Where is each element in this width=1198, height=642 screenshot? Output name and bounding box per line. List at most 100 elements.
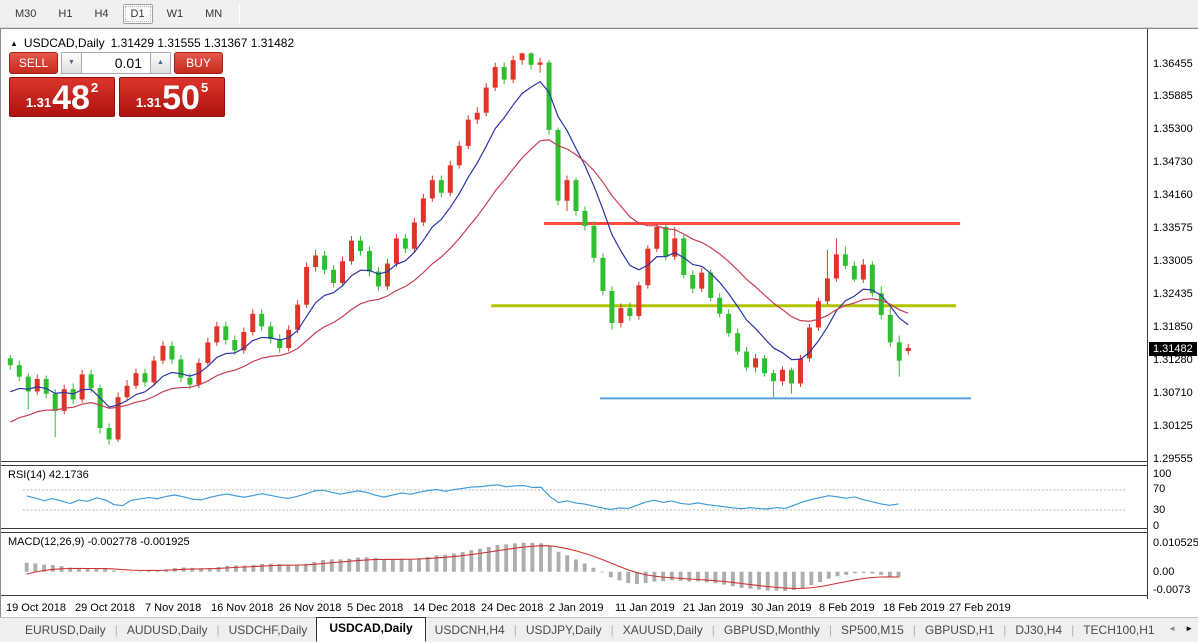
date-axis-label: 5 Dec 2018 xyxy=(347,602,403,614)
macd-bar xyxy=(679,572,683,581)
price-axis-label: 1.31280 xyxy=(1153,354,1193,367)
candle-body xyxy=(735,333,740,351)
candle-body xyxy=(304,267,309,305)
price-axis[interactable]: 1.364551.358851.353001.347301.341601.335… xyxy=(1147,29,1198,599)
rsi-line xyxy=(27,485,899,510)
lot-decrease-button[interactable]: ▼ xyxy=(61,52,82,74)
macd-bar xyxy=(714,572,718,583)
macd-histogram xyxy=(25,543,901,591)
candle-body xyxy=(771,373,776,381)
timeframe-button-d1[interactable]: D1 xyxy=(123,4,153,24)
candle-body xyxy=(762,358,767,373)
candle-body xyxy=(475,113,480,120)
macd-bar xyxy=(609,572,613,577)
toolbar-separator xyxy=(239,4,240,24)
macd-bar xyxy=(644,572,648,583)
rsi-axis-label: 100 xyxy=(1153,468,1171,481)
macd-bar xyxy=(417,558,421,572)
rsi-panel-svg[interactable] xyxy=(1,465,1147,529)
buy-price-panel[interactable]: 1.31 50 5 xyxy=(119,77,225,117)
macd-bar xyxy=(792,572,796,590)
lot-increase-button[interactable]: ▲ xyxy=(150,52,171,74)
tab-scroll-left-icon[interactable]: ◄ xyxy=(1168,624,1176,633)
candle-body xyxy=(654,227,659,249)
chart-title-row: ▲ USDCAD,Daily 1.31429 1.31555 1.31367 1… xyxy=(10,36,294,50)
candle-body xyxy=(511,60,516,79)
candle-body xyxy=(205,342,210,363)
tab-usdcad-daily[interactable]: USDCAD,Daily xyxy=(316,617,425,642)
tab-usdchf-daily[interactable]: USDCHF,Daily xyxy=(220,620,317,640)
macd-bar xyxy=(870,572,874,574)
price-axis-label: 1.29555 xyxy=(1153,453,1193,466)
tab-tech100-h1[interactable]: TECH100,H1 xyxy=(1074,620,1163,640)
tab-gbpusd-h1[interactable]: GBPUSD,H1 xyxy=(916,620,1003,640)
sell-price-panel[interactable]: 1.31 48 2 xyxy=(9,77,115,117)
date-axis-label: 27 Feb 2019 xyxy=(949,602,1011,614)
candle-body xyxy=(861,265,866,280)
tab-dj30-h4[interactable]: DJ30,H4 xyxy=(1006,620,1071,640)
candle-body xyxy=(618,308,623,323)
macd-bar xyxy=(496,545,500,572)
date-axis-label: 8 Feb 2019 xyxy=(819,602,875,614)
date-axis-label: 2 Jan 2019 xyxy=(549,602,603,614)
price-axis-label: 1.35300 xyxy=(1153,123,1193,136)
candle-body xyxy=(726,314,731,333)
candle-body xyxy=(690,275,695,289)
tab-scroll-right-icon[interactable]: ► xyxy=(1185,624,1193,633)
macd-bar xyxy=(382,559,386,572)
tab-eurusd-daily[interactable]: EURUSD,Daily xyxy=(16,620,115,640)
date-axis-label: 7 Nov 2018 xyxy=(145,602,201,614)
candle-body xyxy=(403,238,408,248)
date-axis-label: 30 Jan 2019 xyxy=(751,602,812,614)
rsi-indicator-label: RSI(14) 42.1736 xyxy=(8,469,89,481)
macd-axis-label: -0.0073 xyxy=(1153,584,1190,597)
buy-button[interactable]: BUY xyxy=(174,52,223,74)
lot-size-input[interactable] xyxy=(82,52,150,74)
tab-audusd-daily[interactable]: AUDUSD,Daily xyxy=(118,620,217,640)
timeframe-button-m30[interactable]: M30 xyxy=(7,4,44,24)
lot-size-stepper: ▼ ▲ xyxy=(61,52,171,74)
candle-body xyxy=(44,379,49,394)
collapse-icon[interactable]: ▲ xyxy=(10,39,18,48)
macd-bar xyxy=(408,559,412,572)
macd-bar xyxy=(286,565,290,572)
macd-bar xyxy=(818,572,822,582)
candle-body xyxy=(798,358,803,383)
sell-button[interactable]: SELL xyxy=(9,52,58,74)
macd-bar xyxy=(809,572,813,585)
macd-bar xyxy=(539,543,543,571)
tab-usdcnh-h4[interactable]: USDCNH,H4 xyxy=(426,620,514,640)
candle-body xyxy=(466,120,471,146)
tab-usdjpy-daily[interactable]: USDJPY,Daily xyxy=(517,620,611,640)
timeframe-button-h1[interactable]: H1 xyxy=(50,4,80,24)
date-axis[interactable]: 19 Oct 201829 Oct 20187 Nov 201816 Nov 2… xyxy=(1,599,1147,618)
macd-bar xyxy=(879,572,883,575)
tab-gbpusd-monthly[interactable]: GBPUSD,Monthly xyxy=(715,620,829,640)
macd-bar xyxy=(862,572,866,573)
candle-body xyxy=(80,374,85,399)
chart-ohlc-values: 1.31429 1.31555 1.31367 1.31482 xyxy=(111,36,295,50)
timeframe-toolbar: M30 H1 H4 D1 W1MN xyxy=(0,0,1198,28)
date-axis-label: 24 Dec 2018 xyxy=(481,602,543,614)
macd-bar xyxy=(295,565,299,572)
macd-bar xyxy=(766,572,770,591)
candle-body xyxy=(322,256,327,270)
candle-body xyxy=(259,314,264,327)
candle-body xyxy=(35,379,40,392)
timeframe-button-h4[interactable]: H4 xyxy=(86,4,116,24)
timeframe-button-mn[interactable]: MN xyxy=(197,4,230,24)
price-axis-label: 1.30710 xyxy=(1153,387,1193,400)
candle-body xyxy=(699,273,704,289)
price-axis-label: 1.33575 xyxy=(1153,222,1193,235)
macd-bar xyxy=(121,572,125,573)
macd-bar xyxy=(51,565,55,572)
timeframe-button-w1[interactable]: W1 xyxy=(159,4,192,24)
candle-body xyxy=(708,273,713,298)
candle-body xyxy=(358,241,363,251)
sell-price-prefix: 1.31 xyxy=(26,95,51,110)
macd-bar xyxy=(836,572,840,577)
tab-sp500-m15[interactable]: SP500,M15 xyxy=(832,620,913,640)
candle-body xyxy=(484,88,489,113)
macd-bar xyxy=(801,572,805,588)
tab-xauusd-daily[interactable]: XAUUSD,Daily xyxy=(614,620,712,640)
